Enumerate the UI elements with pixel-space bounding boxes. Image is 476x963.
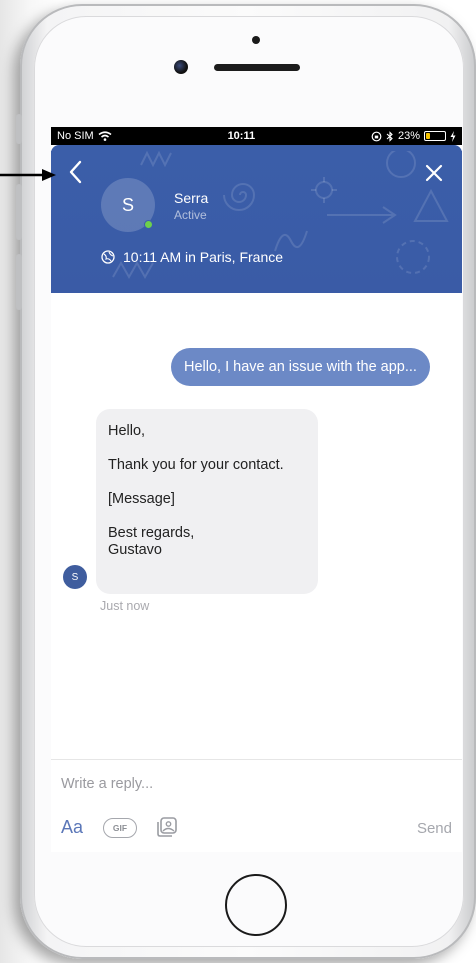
incoming-message: Hello, Thank you for your contact. [Mess…: [96, 409, 318, 594]
outgoing-message-text: Hello, I have an issue with the app...: [184, 359, 417, 375]
globe-icon: [101, 250, 115, 264]
doodle-dashed-circle: [396, 240, 430, 274]
charging-icon: [450, 130, 456, 142]
message-line: Hello,: [108, 423, 146, 439]
earpiece-speaker: [214, 64, 300, 71]
doodle-circle: [386, 151, 416, 178]
message-line-blank: [108, 508, 306, 525]
send-button[interactable]: Send: [417, 820, 452, 837]
message-line: Best regards,: [108, 525, 195, 541]
message-line: [Message]: [108, 491, 175, 507]
doodle-spiral: [223, 183, 256, 211]
doodle-arrow: [327, 206, 397, 224]
phone-screen: No SIM 10:11 23% S Serra Active 10:11 AM…: [51, 127, 462, 852]
agent-status: Active: [174, 208, 207, 222]
sender-avatar-initial: S: [71, 571, 79, 583]
volume-up-button: [16, 184, 22, 240]
orientation-lock-icon: [371, 131, 382, 141]
composer-divider: [51, 759, 462, 760]
image-icon[interactable]: [155, 815, 179, 839]
arrow-icon: [0, 169, 56, 181]
local-time-row: 10:11 AM in Paris, France: [101, 249, 283, 265]
battery-fill: [426, 133, 431, 139]
volume-down-button: [16, 254, 22, 310]
status-time: 10:11: [227, 130, 256, 142]
mute-switch: [16, 114, 22, 144]
message-line-blank: [108, 440, 306, 457]
sensor-dot: [252, 36, 260, 44]
back-chevron-icon[interactable]: [65, 159, 87, 185]
reply-input[interactable]: [61, 772, 441, 796]
battery-percent: 23%: [397, 130, 420, 142]
message-line: Thank you for your contact.: [108, 457, 284, 473]
bluetooth-icon: [386, 130, 393, 142]
carrier-label: No SIM: [57, 130, 94, 142]
doodle-triangle: [413, 188, 449, 222]
doodle-gear: [311, 177, 337, 203]
close-icon[interactable]: [424, 163, 444, 183]
agent-name: Serra: [174, 190, 209, 206]
agent-avatar-initial: S: [121, 194, 134, 215]
outgoing-message: Hello, I have an issue with the app...: [171, 348, 430, 386]
front-camera: [174, 60, 188, 74]
battery-icon: [424, 131, 446, 141]
gif-button[interactable]: GIF: [103, 818, 137, 838]
sender-avatar: S: [63, 565, 87, 589]
message-line-blank: [108, 474, 306, 491]
online-indicator: [144, 220, 153, 229]
local-time-text: 10:11 AM in Paris, France: [123, 249, 284, 265]
message-timestamp: Just now: [100, 599, 150, 613]
status-bar: No SIM 10:11 23%: [51, 127, 462, 145]
chat-header: S Serra Active 10:11 AM in Paris, France: [51, 151, 462, 293]
home-button[interactable]: [225, 874, 287, 936]
format-text-button[interactable]: Aa: [61, 817, 83, 838]
wifi-icon: [98, 131, 112, 141]
message-line: Gustavo: [108, 542, 162, 558]
doodle-zigzag: [140, 151, 172, 168]
